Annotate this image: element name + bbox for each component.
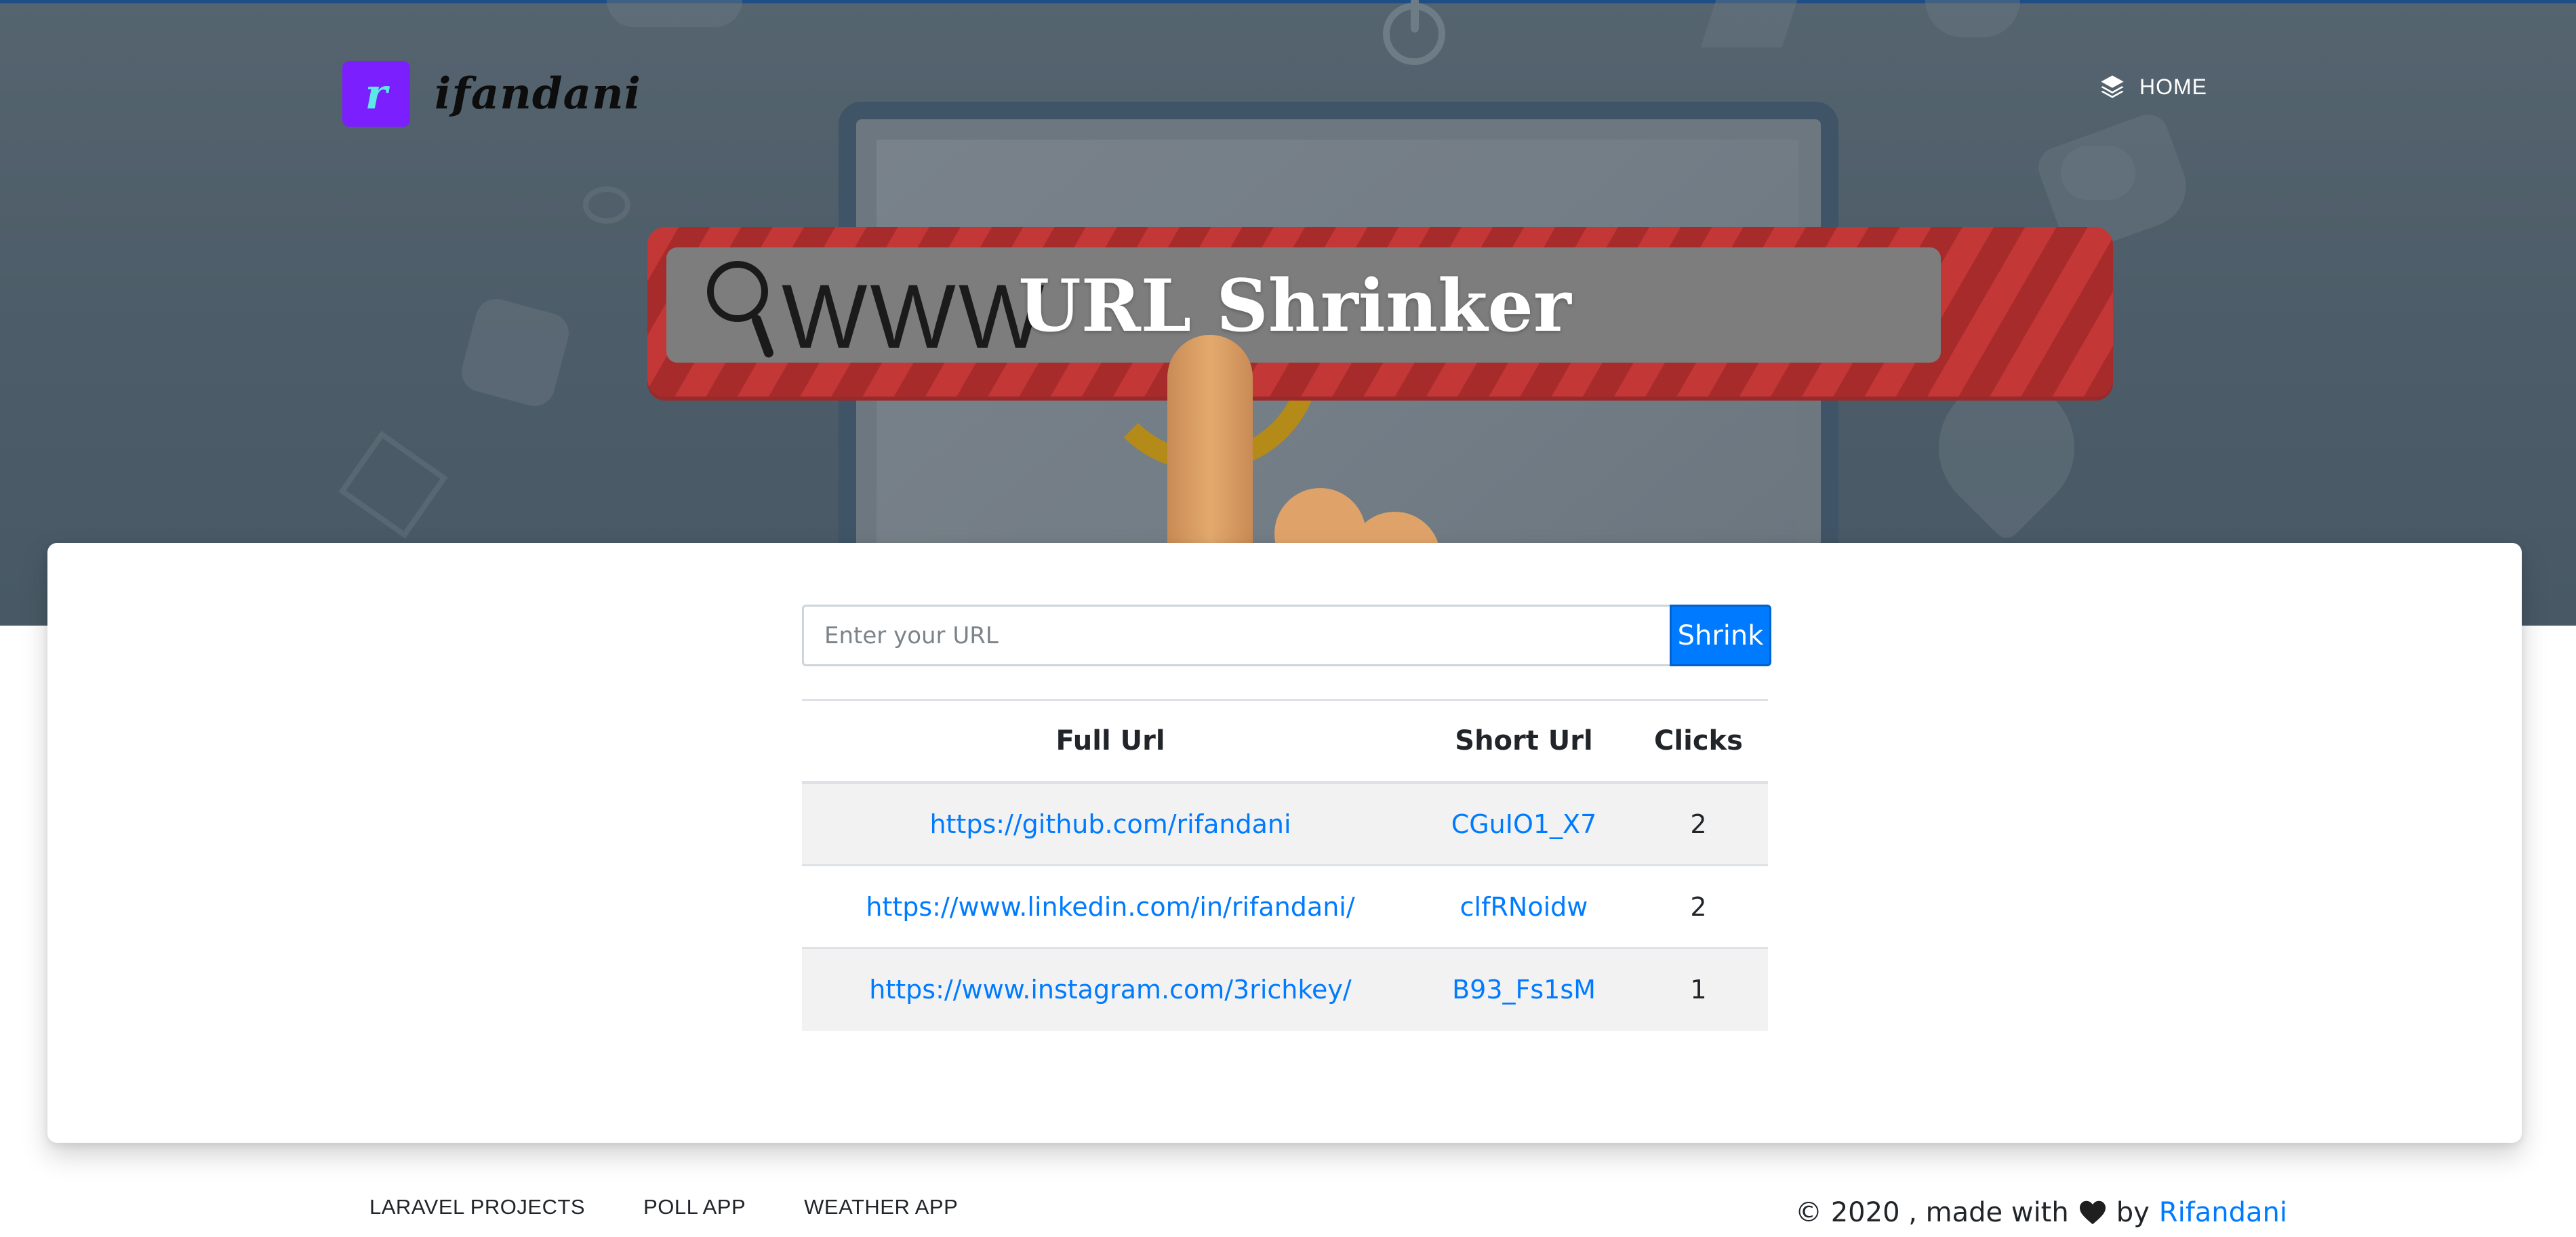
full-url-link[interactable]: https://github.com/rifandani: [929, 809, 1291, 839]
shrink-button[interactable]: Shrink: [1670, 605, 1771, 666]
layers-icon: [2101, 75, 2124, 98]
clicks-cell: 1: [1629, 947, 1768, 1031]
power-icon: [1383, 0, 1445, 65]
short-url-link[interactable]: CGuIO1_X7: [1451, 809, 1597, 839]
header-full-url: Full Url: [802, 699, 1419, 784]
footer-link-laravel-projects[interactable]: LARAVEL PROJECTS: [369, 1195, 585, 1219]
shrinker-card: Shrink Full Url Short Url Clicks https:/…: [47, 543, 2522, 1143]
footer-link-weather-app[interactable]: WEATHER APP: [804, 1195, 958, 1219]
bg-decoration: [1700, 0, 1798, 47]
short-url-cell: B93_Fs1sM: [1419, 947, 1629, 1031]
clicks-cell: 2: [1629, 782, 1768, 866]
table-row: https://www.instagram.com/3richkey/ B93_…: [802, 947, 1768, 1031]
short-url-link[interactable]: clfRNoidw: [1460, 892, 1588, 922]
full-url-link[interactable]: https://www.linkedin.com/in/rifandani/: [866, 892, 1354, 922]
hero-banner: WWW URL Shrinker r ifandani HOME: [0, 0, 2576, 626]
page-title: URL Shrinker: [1018, 263, 1571, 348]
short-url-cell: clfRNoidw: [1419, 864, 1629, 948]
bg-decoration: [338, 430, 448, 539]
footer-nav: LARAVEL PROJECTS POLL APP WEATHER APP: [369, 1195, 958, 1219]
full-url-cell: https://www.instagram.com/3richkey/: [802, 947, 1419, 1031]
nav-home-label: HOME: [2139, 74, 2207, 99]
nav-home-link[interactable]: HOME: [2099, 73, 2207, 100]
table-row: https://github.com/rifandani CGuIO1_X7 2: [802, 782, 1768, 866]
short-url-link[interactable]: B93_Fs1sM: [1452, 975, 1596, 1005]
short-url-cell: CGuIO1_X7: [1419, 782, 1629, 866]
url-input[interactable]: [802, 605, 1670, 666]
copyright-by: by: [2116, 1197, 2150, 1228]
copyright-text: © 2020 , made with: [1795, 1197, 2069, 1228]
table-header-row: Full Url Short Url Clicks: [802, 699, 1768, 784]
urls-table: Full Url Short Url Clicks https://github…: [802, 699, 1768, 1031]
full-url-link[interactable]: https://www.instagram.com/3richkey/: [869, 975, 1351, 1005]
author-link[interactable]: Rifandani: [2159, 1197, 2287, 1228]
brand-link[interactable]: r ifandani: [342, 61, 641, 127]
table-row: https://www.linkedin.com/in/rifandani/ c…: [802, 864, 1768, 948]
clicks-cell: 2: [1629, 864, 1768, 948]
copyright: © 2020 , made with by Rifandani: [1795, 1197, 2287, 1228]
heart-icon: [2079, 1200, 2106, 1225]
brand-name: ifandani: [435, 68, 641, 119]
header-short-url: Short Url: [1419, 699, 1629, 784]
footer-link-poll-app[interactable]: POLL APP: [643, 1195, 746, 1219]
brand-logo: r: [342, 61, 410, 127]
bg-decoration: [583, 186, 630, 224]
bg-decoration: [1925, 0, 2020, 37]
header-clicks: Clicks: [1629, 699, 1768, 784]
top-accent-line: [0, 0, 2576, 3]
bg-decoration: [607, 0, 742, 27]
shrink-form: Shrink: [802, 605, 1771, 666]
full-url-cell: https://github.com/rifandani: [802, 782, 1419, 866]
full-url-cell: https://www.linkedin.com/in/rifandani/: [802, 864, 1419, 948]
